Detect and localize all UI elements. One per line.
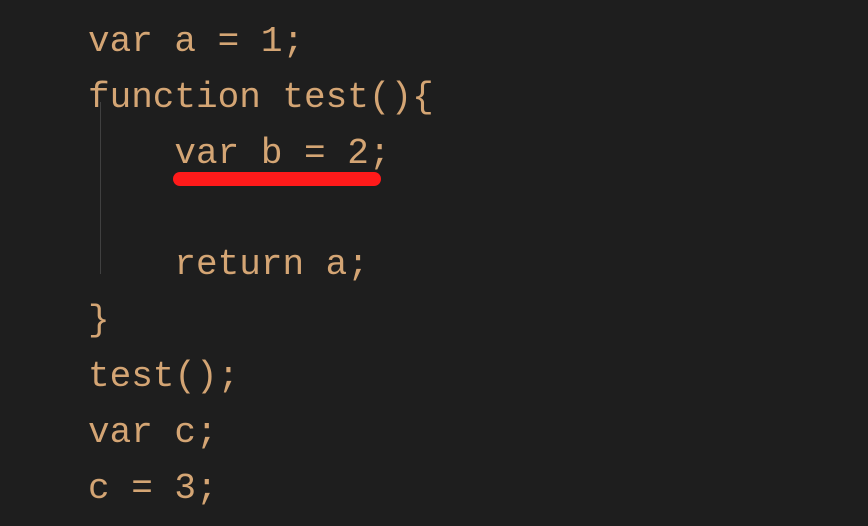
blank-line bbox=[88, 181, 868, 237]
semicolon: ; bbox=[282, 21, 304, 62]
parentheses: () bbox=[369, 77, 412, 118]
semicolon: ; bbox=[369, 133, 391, 174]
semicolon: ; bbox=[196, 468, 218, 509]
semicolon: ; bbox=[218, 356, 240, 397]
number-literal: 3 bbox=[153, 468, 196, 509]
code-line-4: return a; bbox=[88, 237, 868, 293]
operator-equals: = bbox=[218, 21, 240, 62]
keyword-function: function bbox=[88, 77, 261, 118]
identifier-test: test bbox=[261, 77, 369, 118]
identifier-b: b bbox=[239, 133, 304, 174]
brace-close: } bbox=[88, 300, 110, 341]
identifier-c: c bbox=[153, 412, 196, 453]
number-literal: 2 bbox=[326, 133, 369, 174]
identifier-a: a bbox=[153, 21, 218, 62]
identifier-a: a bbox=[304, 244, 347, 285]
parentheses: () bbox=[174, 356, 217, 397]
brace-open: { bbox=[412, 77, 434, 118]
keyword-var: var bbox=[88, 412, 153, 453]
semicolon: ; bbox=[196, 412, 218, 453]
code-line-5: } bbox=[88, 293, 868, 349]
keyword-var: var bbox=[174, 133, 239, 174]
keyword-return: return bbox=[174, 244, 304, 285]
code-line-1: var a = 1; bbox=[88, 14, 868, 70]
keyword-var: var bbox=[88, 21, 153, 62]
semicolon: ; bbox=[347, 244, 369, 285]
code-line-2: function test(){ bbox=[88, 70, 868, 126]
red-underline-annotation bbox=[173, 172, 381, 186]
operator-equals: = bbox=[304, 133, 326, 174]
identifier-c: c bbox=[88, 468, 131, 509]
operator-equals: = bbox=[131, 468, 153, 509]
number-literal: 1 bbox=[239, 21, 282, 62]
code-line-7: var c; bbox=[88, 405, 868, 461]
indent-guide-line bbox=[100, 102, 101, 274]
code-line-8: c = 3; bbox=[88, 461, 868, 517]
identifier-test: test bbox=[88, 356, 174, 397]
code-line-6: test(); bbox=[88, 349, 868, 405]
